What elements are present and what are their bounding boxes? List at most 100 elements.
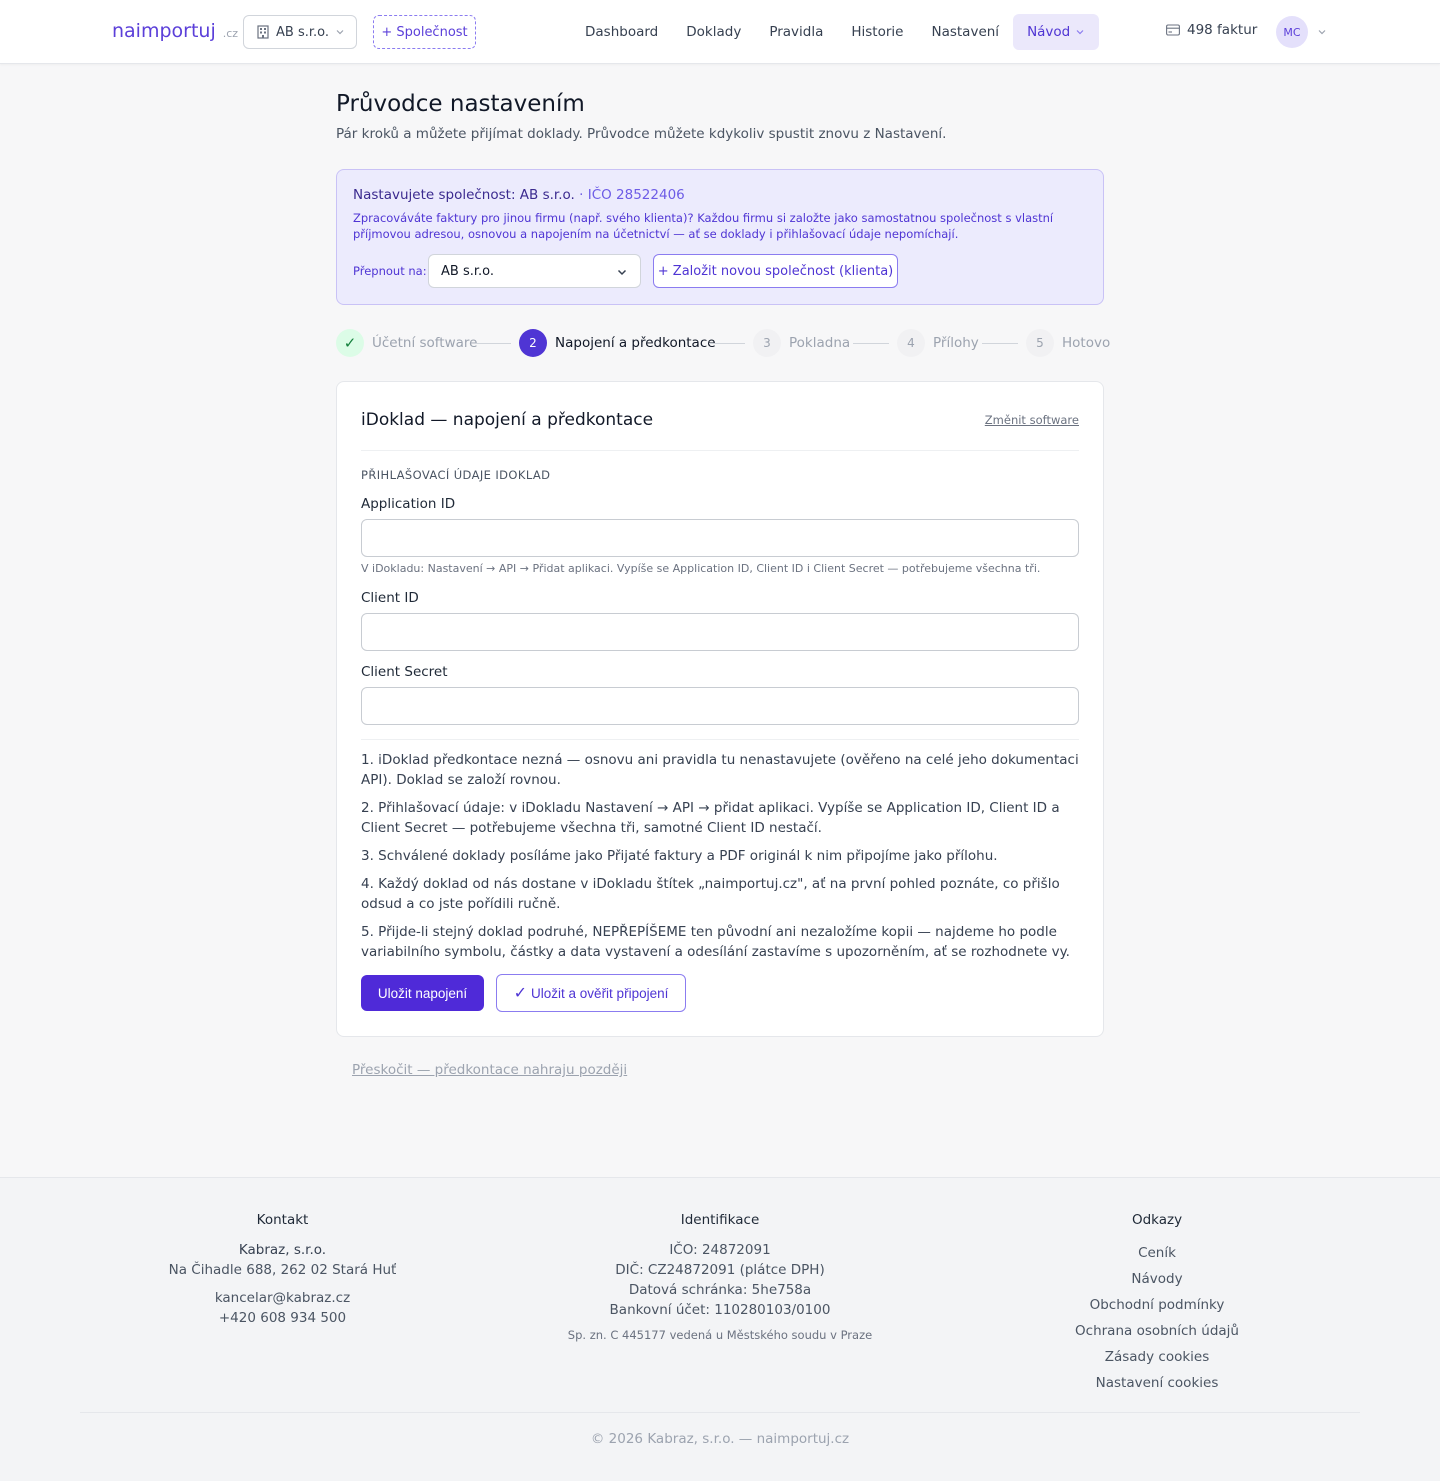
nav-navod[interactable]: Návod (1013, 14, 1100, 50)
check-icon: ✓ (513, 985, 528, 1002)
client-id-field[interactable] (361, 613, 1079, 651)
client-id-label: Client ID (361, 590, 419, 606)
footer: Kontakt Kabraz, s.r.o. Na Čihadle 688, 2… (0, 1177, 1440, 1481)
logo[interactable]: naimportuj .cz (112, 20, 238, 42)
footer-ico: IČO: 24872091 (669, 1242, 771, 1258)
step-number: 2 (519, 329, 547, 357)
divider (80, 1412, 1360, 1413)
footer-register: Sp. zn. C 445177 vedená u Městského soud… (567, 1328, 873, 1342)
building-icon (257, 25, 269, 39)
footer-link-privacy[interactable]: Ochrana osobních údajů (1057, 1318, 1257, 1344)
nav-historie[interactable]: Historie (837, 14, 917, 50)
step-label: Přílohy (933, 335, 979, 351)
note-item: 5. Přijde-li stejný doklad podruhé, NEPŘ… (361, 924, 1070, 960)
footer-ident-title: Identifikace (680, 1212, 760, 1228)
step-label: Napojení a předkontace (555, 335, 716, 351)
chevron-down-icon (617, 269, 627, 276)
step-connector (853, 343, 889, 344)
add-company-button[interactable]: + Společnost (373, 15, 476, 49)
invoice-count: 498 faktur (1187, 22, 1258, 38)
footer-phone[interactable]: +420 608 934 500 (160, 1308, 405, 1328)
footer-dic: DIČ: CZ24872091 (plátce DPH) (615, 1262, 825, 1278)
avatar[interactable]: MC (1276, 16, 1308, 48)
step-connector (709, 343, 745, 344)
note-item: 3. Schválené doklady posíláme jako Přija… (361, 848, 998, 864)
footer-link-cookie-settings[interactable]: Nastavení cookies (1057, 1370, 1257, 1396)
application-id-field[interactable] (361, 519, 1079, 557)
step-number: 5 (1026, 329, 1054, 357)
save-verify-label: Uložit a ověřit připojení (531, 985, 669, 1001)
notice-company: Nastavujete společnost: AB s.r.o. (353, 187, 575, 203)
application-id-label: Application ID (361, 496, 456, 512)
wizard-steps: ✓ Účetní software 2 Napojení a předkonta… (336, 329, 1110, 357)
notice-ico: · IČO 28522406 (579, 187, 685, 203)
footer-links: Odkazy Ceník Návody Obchodní podmínky Oc… (1057, 1212, 1257, 1396)
new-client-button[interactable]: + Založit novou společnost (klienta) (653, 254, 898, 288)
step-connector (475, 343, 511, 344)
client-secret-field[interactable] (361, 687, 1079, 725)
footer-bank: Bankovní účet: 110280103/0100 (609, 1302, 831, 1318)
notice-text: Zpracováváte faktury pro jinou firmu (na… (353, 211, 1054, 241)
step-3[interactable]: 3 Pokladna (753, 329, 850, 357)
footer-address: Na Čihadle 688, 262 02 Stará Huť (168, 1262, 397, 1278)
footer-link-cookies-policy[interactable]: Zásady cookies (1057, 1344, 1257, 1370)
step-label: Hotovo (1062, 335, 1111, 351)
logo-tld: .cz (222, 27, 239, 40)
change-software-link[interactable]: Změnit software (985, 413, 1079, 427)
footer-contact-title: Kontakt (256, 1212, 309, 1228)
company-switcher[interactable]: AB s.r.o. (243, 15, 357, 49)
step-number: 4 (897, 329, 925, 357)
footer-link-terms[interactable]: Obchodní podmínky (1057, 1292, 1257, 1318)
footer-company: Kabraz, s.r.o. (238, 1242, 327, 1258)
switch-company-value: AB s.r.o. (441, 263, 494, 279)
section-heading: Přihlašovací údaje iDoklad (361, 468, 551, 482)
page-subtitle: Pár kroků a můžete přijímat doklady. Prů… (336, 126, 947, 142)
nav-nastaveni[interactable]: Nastavení (917, 14, 1013, 50)
step-4[interactable]: 4 Přílohy (897, 329, 979, 357)
step-connector (982, 343, 1018, 344)
info-notes: 1. iDoklad předkontace nezná — osnovu an… (361, 750, 1079, 970)
notice-title: Nastavujete společnost: AB s.r.o. · IČO … (353, 187, 685, 203)
step-5[interactable]: 5 Hotovo (1026, 329, 1110, 357)
invoice-counter[interactable]: 498 faktur (1166, 22, 1257, 38)
step-label: Účetní software (372, 335, 478, 351)
chevron-down-icon (336, 30, 344, 35)
note-item: 4. Každý doklad od nás dostane v iDoklad… (361, 876, 1060, 912)
footer-email[interactable]: kancelar@kabraz.cz (160, 1288, 405, 1308)
save-connection-button[interactable]: Uložit napojení (361, 975, 484, 1011)
skip-link[interactable]: Přeskočit — předkontace nahraju později (352, 1062, 627, 1078)
nav-pravidla[interactable]: Pravidla (755, 14, 837, 50)
switch-label: Přepnout na: (353, 264, 427, 278)
company-notice: Nastavujete společnost: AB s.r.o. · IČO … (336, 169, 1104, 305)
application-id-hint: V iDokladu: Nastavení → API → Přidat apl… (361, 562, 1041, 575)
step-check-icon: ✓ (336, 329, 364, 357)
step-2[interactable]: 2 Napojení a předkontace (519, 329, 716, 357)
step-1[interactable]: ✓ Účetní software (336, 329, 477, 357)
footer-links-title: Odkazy (1131, 1212, 1183, 1228)
client-secret-label: Client Secret (361, 664, 448, 680)
credit-card-icon (1166, 24, 1180, 36)
divider (361, 739, 1079, 740)
page-title: Průvodce nastavením (336, 91, 585, 117)
footer-contact: Kontakt Kabraz, s.r.o. Na Čihadle 688, 2… (160, 1212, 405, 1328)
footer-link-guides[interactable]: Návody (1057, 1266, 1257, 1292)
nav-navod-label: Návod (1027, 24, 1071, 40)
footer-identification: Identifikace IČO: 24872091 DIČ: CZ248720… (560, 1212, 880, 1342)
note-item: 1. iDoklad předkontace nezná — osnovu an… (361, 752, 1079, 788)
step-number: 3 (753, 329, 781, 357)
nav-dashboard[interactable]: Dashboard (571, 14, 672, 50)
note-item: 2. Přihlašovací údaje: v iDokladu Nastav… (361, 800, 1060, 836)
nav-doklady[interactable]: Doklady (672, 14, 755, 50)
save-verify-button[interactable]: ✓ Uložit a ověřit připojení (496, 974, 686, 1012)
switch-company-select[interactable]: AB s.r.o. (428, 254, 641, 288)
footer-link-pricing[interactable]: Ceník (1057, 1240, 1257, 1266)
chevron-down-icon (1076, 30, 1084, 35)
main-nav: Dashboard Doklady Pravidla Historie Nast… (571, 14, 1100, 50)
logo-text: naimportuj (112, 20, 216, 42)
footer-databox: Datová schránka: 5he758a (628, 1282, 812, 1298)
copyright: © 2026 Kabraz, s.r.o. — naimportuj.cz (590, 1431, 850, 1447)
chevron-down-icon[interactable] (1317, 27, 1327, 37)
step-label: Pokladna (789, 335, 851, 351)
top-navbar: naimportuj .cz AB s.r.o. + Společnost Da… (0, 0, 1440, 64)
connection-card: iDoklad — napojení a předkontace Změnit … (336, 381, 1104, 1037)
